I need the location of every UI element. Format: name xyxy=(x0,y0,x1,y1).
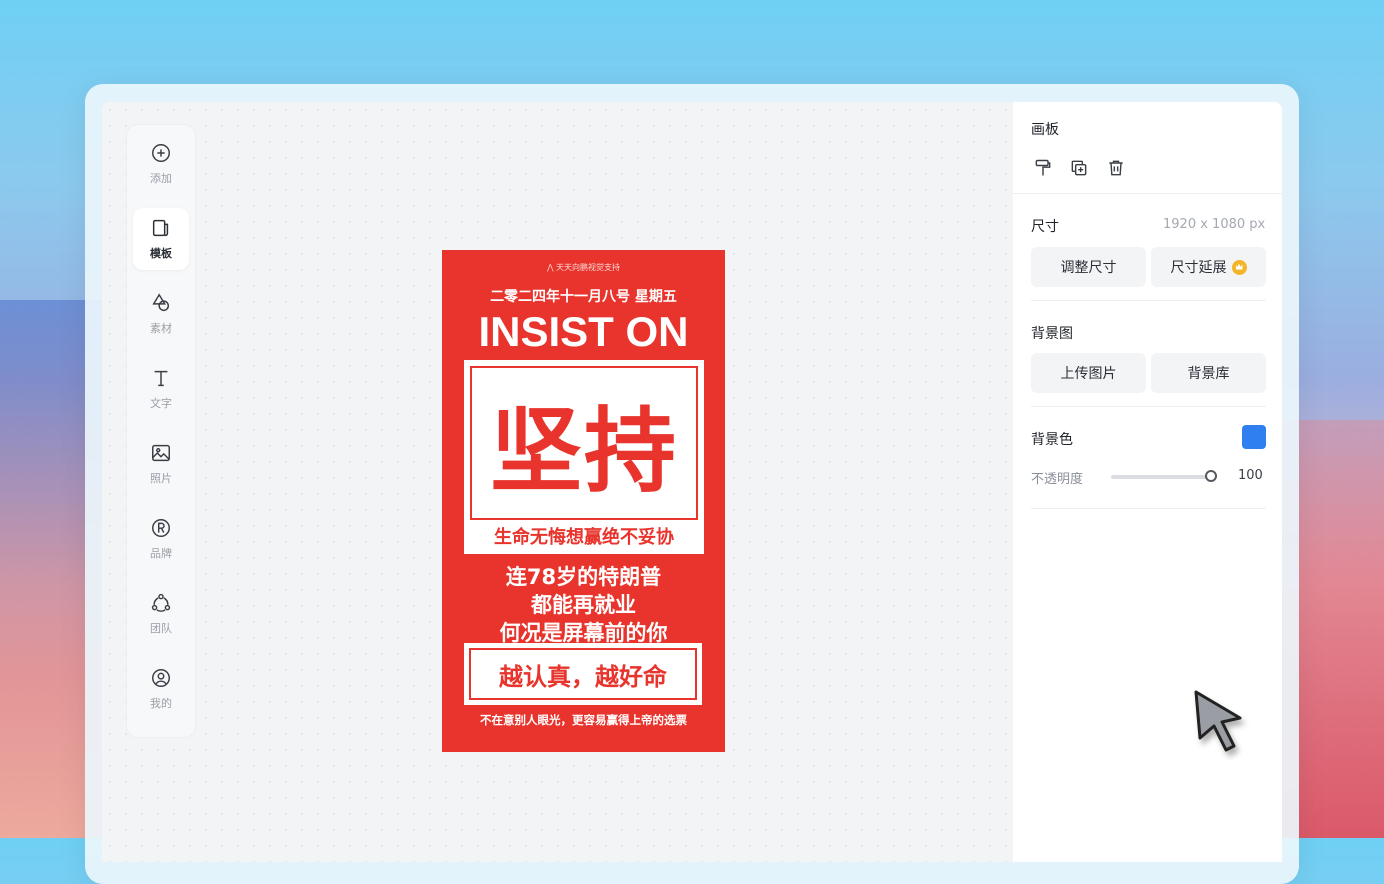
tool-team[interactable]: 团队 xyxy=(133,583,189,645)
tool-label: 我的 xyxy=(150,697,172,710)
poster-big-title: 坚持 xyxy=(470,366,698,520)
bg-library-button[interactable]: 背景库 xyxy=(1151,353,1266,393)
bg-color-label: 背景色 xyxy=(1031,432,1073,448)
tool-add[interactable]: 添加 xyxy=(133,133,189,195)
poster-slogan: 越认真，越好命 xyxy=(469,648,697,700)
poster-footer[interactable]: 不在意别人眼光，更容易赢得上帝的选票 xyxy=(442,712,725,728)
opacity-slider[interactable] xyxy=(1111,475,1215,479)
divider xyxy=(1031,508,1266,509)
poster-headline[interactable]: INSIST ON xyxy=(442,308,725,356)
tool-label: 照片 xyxy=(150,472,172,485)
text-icon xyxy=(154,370,168,387)
poster-line-1[interactable]: 连78岁的特朗普 xyxy=(442,561,725,591)
tool-photo[interactable]: 照片 xyxy=(133,433,189,495)
duplicate-icon[interactable] xyxy=(1069,158,1089,178)
poster-credit: ⋀ 天天向鹏视觉支持 xyxy=(546,263,621,272)
tool-label: 添加 xyxy=(150,172,172,185)
tool-brand[interactable]: 品牌 xyxy=(133,508,189,570)
tool-label: 品牌 xyxy=(150,547,172,560)
add-icon xyxy=(152,144,170,162)
tool-label: 文字 xyxy=(150,397,172,410)
logo-icon: ⋀ xyxy=(546,263,557,272)
opacity-label: 不透明度 xyxy=(1031,472,1084,487)
tool-template[interactable]: 模板 xyxy=(133,208,189,270)
photo-icon xyxy=(152,444,170,462)
panel-title: 画板 xyxy=(1031,122,1059,138)
upload-image-button[interactable]: 上传图片 xyxy=(1031,353,1146,393)
template-icon xyxy=(152,219,169,237)
tool-label: 素材 xyxy=(150,322,172,335)
resize-button[interactable]: 调整尺寸 xyxy=(1031,247,1146,287)
bg-color-swatch[interactable] xyxy=(1242,425,1266,449)
poster-slogan-box[interactable]: 越认真，越好命 xyxy=(464,643,702,705)
opacity-value: 100 xyxy=(1238,468,1263,483)
tool-mine[interactable]: 我的 xyxy=(133,658,189,720)
size-label: 尺寸 xyxy=(1031,219,1059,235)
size-value: 1920 x 1080 px xyxy=(1163,217,1266,232)
delete-icon[interactable] xyxy=(1106,158,1126,178)
format-painter-icon[interactable] xyxy=(1033,158,1053,178)
poster-line-2[interactable]: 都能再就业 xyxy=(442,589,725,619)
canvas-area[interactable]: 添加 模板 素材 文字 照片 品牌 团队 我的 ⋀ 天天向鹏视觉支持 二零二四年… xyxy=(102,102,1013,862)
shapes-icon xyxy=(152,293,170,312)
poster-box-subtitle: 生命无悔想赢绝不妥协 xyxy=(494,527,674,548)
poster-date[interactable]: 二零二四年十一月八号 星期五 xyxy=(442,286,725,306)
tool-text[interactable]: 文字 xyxy=(133,358,189,420)
tool-label: 模板 xyxy=(150,247,172,260)
crown-icon xyxy=(1231,259,1247,275)
mouse-cursor-icon xyxy=(1194,690,1242,752)
poster-title-box[interactable]: 坚持 生命无悔想赢绝不妥协 xyxy=(464,360,704,554)
poster-artboard[interactable]: ⋀ 天天向鹏视觉支持 二零二四年十一月八号 星期五 INSIST ON 坚持 生… xyxy=(442,250,725,752)
brand-icon xyxy=(152,519,170,537)
editor-window: 添加 模板 素材 文字 照片 品牌 团队 我的 ⋀ 天天向鹏视觉支持 二零二四年… xyxy=(102,102,1282,862)
team-icon xyxy=(151,593,171,612)
bg-image-label: 背景图 xyxy=(1031,326,1073,342)
divider xyxy=(1031,406,1266,407)
user-icon xyxy=(152,669,170,687)
divider xyxy=(1013,193,1282,194)
tool-materials[interactable]: 素材 xyxy=(133,283,189,345)
opacity-slider-thumb[interactable] xyxy=(1205,470,1217,482)
tool-label: 团队 xyxy=(150,622,172,635)
extend-size-button[interactable]: 尺寸延展 xyxy=(1151,247,1266,287)
divider xyxy=(1031,300,1266,301)
tool-sidebar: 添加 模板 素材 文字 照片 品牌 团队 我的 xyxy=(126,124,196,738)
